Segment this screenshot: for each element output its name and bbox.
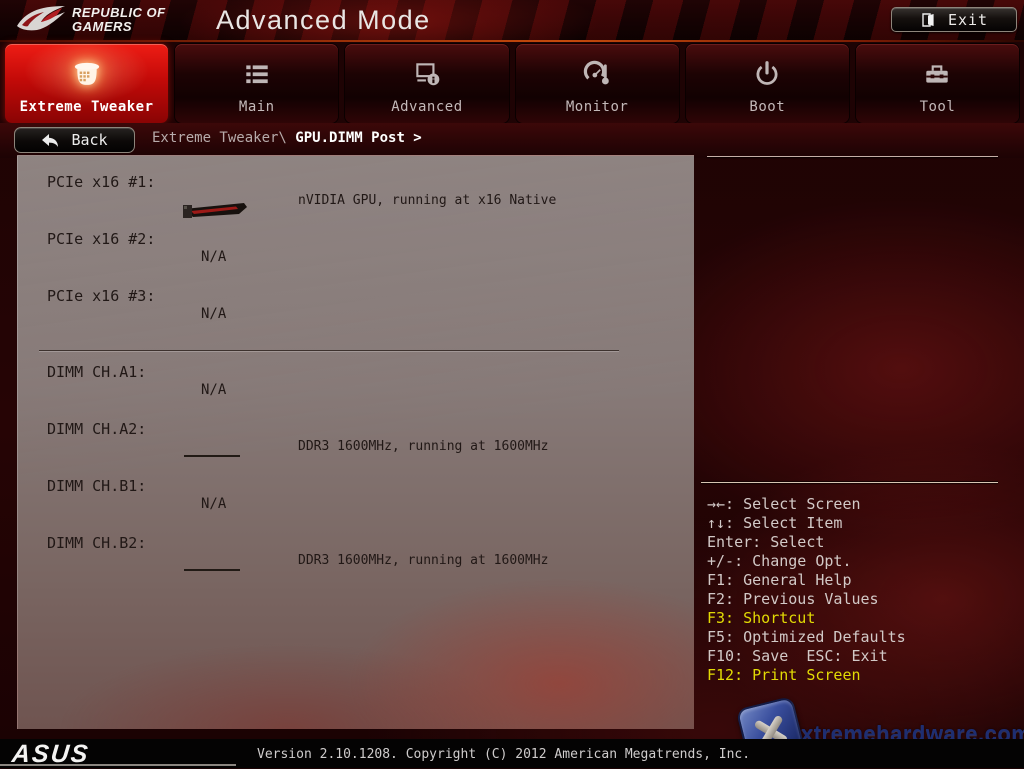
brand-line2: GAMERS <box>72 20 166 34</box>
legend-item: →←: Select Screen <box>707 495 1007 514</box>
main-panel: PCIe x16 #1: nVIDIA GPU, running at x16 … <box>17 155 694 729</box>
gpu-card-image <box>181 200 249 224</box>
gauge-thermometer-icon <box>516 53 679 95</box>
tab-extreme-tweaker[interactable]: Extreme Tweaker <box>5 44 168 123</box>
legend-item: F5: Optimized Defaults <box>707 628 1007 647</box>
tab-tool[interactable]: Tool <box>856 44 1019 123</box>
brand-text: REPUBLIC OF GAMERS <box>72 6 166 34</box>
tab-label: Extreme Tweaker <box>5 99 168 115</box>
tab-label: Monitor <box>516 99 679 115</box>
panels-info-icon <box>345 53 508 95</box>
legend-item-highlight: F12: Print Screen <box>707 666 1007 685</box>
row-label: DIMM CH.A1: <box>47 363 146 381</box>
rog-eye-icon <box>16 3 68 37</box>
row-label: PCIe x16 #3: <box>47 287 155 305</box>
breadcrumb-current: GPU.DIMM Post > <box>295 130 421 146</box>
back-label: Back <box>71 131 107 149</box>
row-label: PCIe x16 #2: <box>47 230 155 248</box>
row-label: PCIe x16 #1: <box>47 173 155 191</box>
legend-item: F2: Previous Values <box>707 590 1007 609</box>
legend-item: F1: General Help <box>707 571 1007 590</box>
tweaker-glow-icon <box>5 53 168 95</box>
page-title: Advanced Mode <box>216 5 431 36</box>
exit-door-icon <box>920 12 936 28</box>
power-icon <box>686 53 849 95</box>
top-bar: REPUBLIC OF GAMERS Advanced Mode Exit <box>0 0 1024 40</box>
section-divider <box>39 350 619 351</box>
row-value: N/A <box>201 249 226 265</box>
row-value: DDR3 1600MHz, running at 1600MHz <box>298 439 548 454</box>
exit-label: Exit <box>948 11 988 29</box>
tab-bar: Extreme Tweaker Main <box>0 44 1024 123</box>
dimm-stick-image <box>184 455 240 457</box>
legend-item: Enter: Select <box>707 533 1007 552</box>
asus-underline <box>0 764 236 766</box>
legend-item: ↑↓: Select Item <box>707 514 1007 533</box>
row-value: N/A <box>201 496 226 512</box>
row-value: N/A <box>201 382 226 398</box>
back-arrow-icon <box>41 133 59 148</box>
tab-main[interactable]: Main <box>175 44 338 123</box>
tab-label: Advanced <box>345 99 508 115</box>
exit-button[interactable]: Exit <box>891 7 1017 32</box>
tab-label: Boot <box>686 99 849 115</box>
row-label: DIMM CH.B2: <box>47 534 146 552</box>
tab-label: Tool <box>856 99 1019 115</box>
accent-divider <box>0 40 1024 42</box>
legend-item-highlight: F3: Shortcut <box>707 609 1007 628</box>
row-value: DDR3 1600MHz, running at 1600MHz <box>298 553 548 568</box>
bottom-bar: ASUS Version 2.10.1208. Copyright (C) 20… <box>0 739 1024 768</box>
row-value: N/A <box>201 306 226 322</box>
row-value: nVIDIA GPU, running at x16 Native <box>298 193 556 208</box>
back-button[interactable]: Back <box>14 127 135 153</box>
key-legend: →←: Select Screen ↑↓: Select Item Enter:… <box>707 495 1007 685</box>
legend-item: F10: Save ESC: Exit <box>707 647 1007 666</box>
toolbox-icon <box>856 53 1019 95</box>
row-label: DIMM CH.B1: <box>47 477 146 495</box>
tab-boot[interactable]: Boot <box>686 44 849 123</box>
breadcrumb-prefix: Extreme Tweaker\ <box>152 130 295 146</box>
tab-label: Main <box>175 99 338 115</box>
brand-line1: REPUBLIC OF <box>72 6 166 20</box>
sidebar-divider <box>701 482 998 483</box>
legend-item: +/-: Change Opt. <box>707 552 1007 571</box>
breadcrumb-bar: Back Extreme Tweaker\ GPU.DIMM Post > <box>0 123 1024 158</box>
list-icon <box>175 53 338 95</box>
breadcrumb: Extreme Tweaker\ GPU.DIMM Post > <box>152 130 422 146</box>
tab-monitor[interactable]: Monitor <box>516 44 679 123</box>
version-text: Version 2.10.1208. Copyright (C) 2012 Am… <box>257 747 750 762</box>
sidebar-top-line <box>707 156 998 157</box>
tab-advanced[interactable]: Advanced <box>345 44 508 123</box>
row-label: DIMM CH.A2: <box>47 420 146 438</box>
dimm-stick-image <box>184 569 240 571</box>
